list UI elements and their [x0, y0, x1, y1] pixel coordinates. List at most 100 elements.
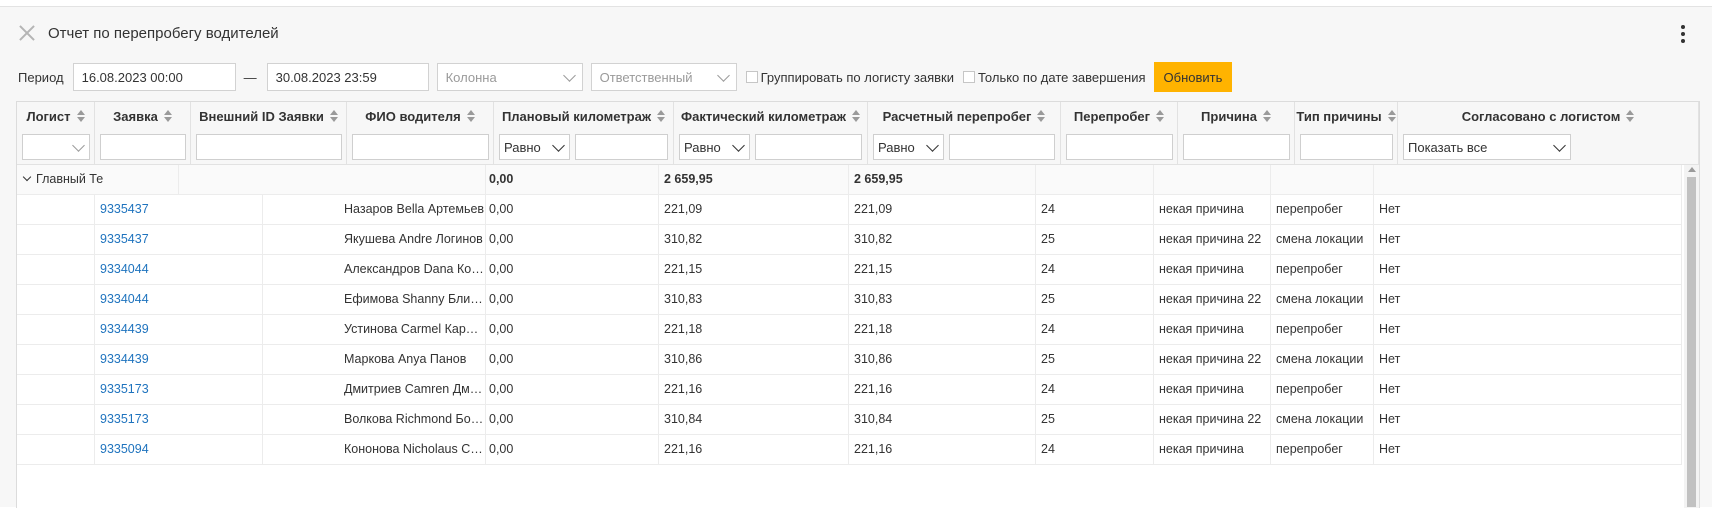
column-header-planned-km[interactable]: Плановый километраж	[494, 102, 674, 130]
filter-select-agreed-with-logist[interactable]: Показать все	[1403, 134, 1571, 160]
filter-input-driver-name[interactable]	[352, 134, 489, 160]
sort-icon[interactable]	[657, 110, 666, 122]
scroll-up-icon[interactable]	[1688, 167, 1696, 172]
sort-icon[interactable]	[1262, 110, 1271, 122]
column-header-external-id[interactable]: Внешний ID Заявки	[191, 102, 347, 130]
table-row[interactable]: 9335437 Назаров Bella Артемьев 0,00 221,09 2…	[17, 195, 1682, 225]
cell-planned-km: 0,00	[484, 255, 659, 284]
cell-overrun: 25	[1036, 405, 1154, 434]
cell-order-link[interactable]: 9334439	[95, 345, 263, 374]
header-row: Логист Заявка Внешний ID Заявки ФИО водител…	[17, 102, 1699, 131]
scrollbar-thumb[interactable]	[1687, 177, 1696, 507]
cell-order-link[interactable]: 9335173	[95, 405, 263, 434]
table-row[interactable]: 9334044 Ефимова Shanny Блинова 0,00 310,83 3…	[17, 285, 1682, 315]
table-row[interactable]: 9335094Кононова Nicholaus Соколов0,00221…	[17, 435, 1682, 465]
filter-row: Равно Равно Равно Показать все	[17, 130, 1699, 165]
column-header-label: Расчетный перепробег	[882, 108, 1032, 124]
group-by-logist-checkbox[interactable]	[745, 71, 758, 83]
cell-order-link[interactable]: 9334044	[95, 285, 263, 314]
cell-agreed: Нет	[1374, 255, 1682, 284]
sort-icon[interactable]	[76, 110, 85, 122]
cell-order-link[interactable]: 9334044	[95, 255, 263, 284]
filter-input-planned-km[interactable]	[575, 134, 668, 160]
sort-icon[interactable]	[466, 110, 475, 122]
filter-select-planned-km[interactable]: Равно	[499, 134, 570, 160]
cell-order-link[interactable]: 9335437	[95, 225, 263, 254]
filter-cell-planned-km: Равно	[494, 130, 674, 164]
group-row[interactable]: Главный Те 0,00 2 659,95 2 659,95	[17, 165, 1682, 195]
sort-icon[interactable]	[329, 110, 338, 122]
group-by-logist-label[interactable]: Группировать по логисту заявки	[761, 70, 954, 85]
date-from-input[interactable]	[72, 63, 236, 91]
column-header-logist[interactable]: Логист	[17, 102, 95, 130]
cell-reason-type: перепробег	[1271, 255, 1374, 284]
filter-input-reason[interactable]	[1183, 134, 1290, 160]
sort-icon[interactable]	[1037, 110, 1046, 122]
column-header-actual-km[interactable]: Фактический километраж	[674, 102, 868, 130]
filter-select-logist[interactable]	[22, 134, 90, 160]
table-row[interactable]: 9334439 Устинова Carmel Карпова 0,00 221,18…	[17, 315, 1682, 345]
sort-icon[interactable]	[163, 110, 172, 122]
cell-order-link[interactable]: 9335173	[95, 375, 263, 404]
filter-select-calculated-overrun[interactable]: Равно	[873, 134, 944, 160]
cell-actual-km: 310,84	[659, 405, 849, 434]
filter-cell-logist	[17, 130, 95, 164]
column-header-calculated-overrun[interactable]: Расчетный перепробег	[868, 102, 1061, 130]
filter-input-overrun[interactable]	[1066, 134, 1173, 160]
cell-overrun: 25	[1036, 285, 1154, 314]
close-icon[interactable]	[18, 24, 36, 42]
table-row[interactable]: 9334044Александров Dana Ковалев0,00221,1…	[17, 255, 1682, 285]
filter-bar: Период — Колонна Ответственный Группиров…	[18, 62, 1233, 92]
column-header-driver-name[interactable]: ФИО водителя	[347, 102, 494, 130]
cell-reason-type: смена локации	[1271, 285, 1374, 314]
column-header-overrun[interactable]: Перепробег	[1061, 102, 1178, 130]
group-empty-cell	[1374, 165, 1682, 194]
cell-logist	[17, 405, 95, 434]
cell-planned-km: 0,00	[484, 405, 659, 434]
cell-driver-name: Кононова Nicholaus Соколов	[339, 435, 486, 464]
only-completion-date-checkbox[interactable]	[963, 71, 975, 83]
column-header-order[interactable]: Заявка	[95, 102, 191, 130]
group-name-cell: Главный Те	[17, 165, 179, 194]
column-header-label: Плановый километраж	[501, 108, 652, 124]
sort-icon[interactable]	[1387, 110, 1396, 122]
filter-input-order[interactable]	[100, 134, 186, 160]
table-row[interactable]: 9335173Волкова Richmond Борисов0,00310,8…	[17, 405, 1682, 435]
table-row[interactable]: 9335173Дмитриев Camren Дмитриев0,00221,1…	[17, 375, 1682, 405]
column-header-reason[interactable]: Причина	[1178, 102, 1295, 130]
filter-input-actual-km[interactable]	[755, 134, 862, 160]
cell-order-link[interactable]: 9335094	[95, 435, 263, 464]
filter-cell-calculated-overrun: Равно	[868, 130, 1061, 164]
expand-caret-icon[interactable]	[22, 172, 32, 182]
filter-input-external-id[interactable]	[196, 134, 342, 160]
vertical-scrollbar[interactable]	[1684, 165, 1699, 508]
filter-cell-driver-name	[347, 130, 494, 164]
cell-reason-type: смена локации	[1271, 405, 1374, 434]
sort-icon[interactable]	[851, 110, 860, 122]
filter-input-calculated-overrun[interactable]	[949, 134, 1055, 160]
column-header-reason-type[interactable]: Тип причины	[1295, 102, 1398, 130]
cell-planned-km: 0,00	[484, 195, 659, 224]
column-header-agreed-with-logist[interactable]: Согласовано с логистом	[1398, 102, 1699, 130]
cell-order-link[interactable]: 9334439	[95, 315, 263, 344]
filter-select-value: Показать все	[1408, 139, 1488, 155]
cell-calculated-overrun: 310,86	[849, 345, 1036, 374]
filter-select-actual-km[interactable]: Равно	[679, 134, 750, 160]
column-select[interactable]: Колонна	[436, 63, 583, 91]
filter-cell-order	[95, 130, 191, 164]
filter-input-reason-type[interactable]	[1300, 134, 1393, 160]
table-row[interactable]: 9335437 Якушева Andre Логинов 0,00 310,82 31…	[17, 225, 1682, 255]
cell-reason: некая причина	[1154, 435, 1271, 464]
sort-icon[interactable]	[1156, 110, 1165, 122]
sort-icon[interactable]	[1626, 110, 1635, 122]
cell-order-link[interactable]: 9335437	[95, 195, 263, 224]
cell-logist	[17, 345, 95, 374]
cell-driver-name: Назаров Bella Артемьев	[339, 195, 486, 224]
table-row[interactable]: 9334439 Маркова Anya Панов 0,00 310,86 310,8…	[17, 345, 1682, 375]
cell-driver-name: Дмитриев Camren Дмитриев	[339, 375, 486, 404]
refresh-button[interactable]: Обновить	[1153, 62, 1233, 92]
responsible-select[interactable]: Ответственный	[590, 63, 737, 91]
more-menu-icon[interactable]	[1680, 25, 1686, 47]
date-to-input[interactable]	[266, 63, 429, 91]
only-completion-date-label[interactable]: Только по дате завершения	[978, 70, 1146, 85]
